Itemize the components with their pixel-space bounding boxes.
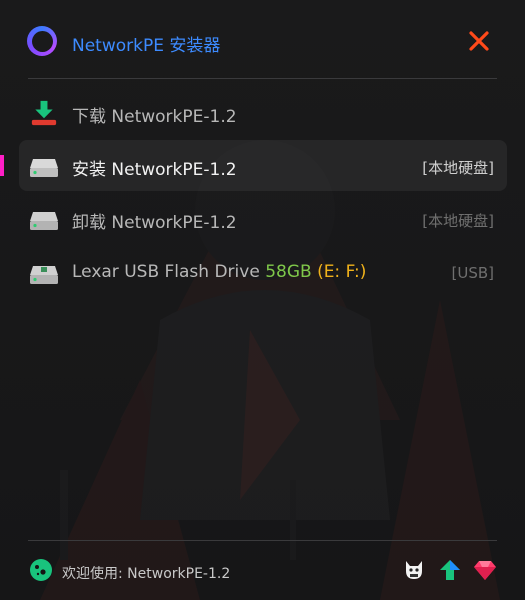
app-logo-icon: [27, 26, 57, 56]
hard-drive-icon: [30, 159, 58, 177]
active-item-marker: [0, 155, 4, 176]
close-icon[interactable]: [468, 30, 490, 52]
title-bar: NetworkPE 安装器: [0, 0, 525, 80]
bottom-divider: [28, 540, 497, 541]
upload-arrow-icon[interactable]: [438, 558, 462, 582]
target-tag: [本地硬盘]: [422, 159, 494, 177]
drive-size: 58GB: [265, 262, 312, 282]
diamond-icon[interactable]: [473, 558, 497, 582]
hard-drive-icon: [30, 212, 58, 230]
download-icon: [31, 100, 57, 126]
cat-icon[interactable]: [402, 558, 426, 582]
target-tag: [USB]: [451, 264, 495, 282]
menu-item-uninstall[interactable]: 卸载 NetworkPE-1.2 [本地硬盘]: [19, 193, 507, 244]
usb-drive-icon: [30, 266, 58, 284]
menu-item-download[interactable]: 下载 NetworkPE-1.2: [19, 87, 507, 138]
drive-name: Lexar USB Flash Drive: [72, 262, 260, 282]
menu-item-label: 安装 NetworkPE-1.2: [72, 160, 237, 180]
menu-item-label: 下载 NetworkPE-1.2: [72, 107, 237, 127]
welcome-text: 欢迎使用: NetworkPE-1.2: [62, 566, 231, 582]
smiley-icon: [30, 559, 52, 581]
menu-item-install[interactable]: 安装 NetworkPE-1.2 [本地硬盘]: [19, 140, 507, 191]
menu-item-label: 卸载 NetworkPE-1.2: [72, 213, 237, 233]
drive-letters: (E: F:): [317, 262, 367, 282]
top-divider: [28, 78, 497, 79]
menu-item-usb-drive[interactable]: Lexar USB Flash Drive 58GB (E: F:) [USB]: [19, 247, 507, 298]
menu-item-label: Lexar USB Flash Drive 58GB (E: F:): [72, 262, 366, 282]
window-title: NetworkPE 安装器: [72, 36, 221, 56]
target-tag: [本地硬盘]: [422, 212, 494, 230]
installer-window: NetworkPE 安装器 下载 NetworkPE-1.2 安装 Networ…: [0, 0, 525, 600]
